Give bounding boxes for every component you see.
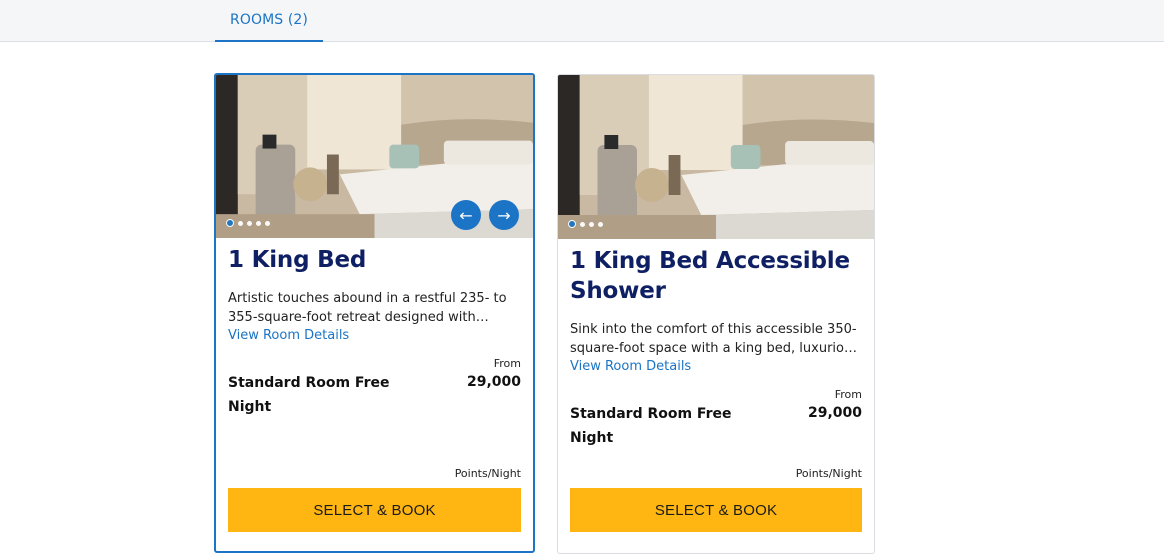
points-value: 29,000 [466, 374, 521, 390]
room-photo: ← → [216, 75, 533, 238]
carousel-dot[interactable] [265, 220, 270, 226]
rate-name: Standard Room Free Night [228, 375, 390, 415]
points-value: 29,000 [807, 405, 862, 421]
view-room-details-link[interactable]: View Room Details [570, 358, 862, 376]
arrow-right-icon[interactable]: → [489, 200, 519, 230]
room-title: 1 King Bed [228, 247, 367, 273]
select-and-book-button[interactable]: SELECT & BOOK [228, 488, 521, 532]
select-and-book-button[interactable]: SELECT & BOOK [570, 488, 862, 532]
carousel-dot[interactable] [580, 221, 585, 227]
rate-row: From 29,000 Standard Room Free Night [570, 388, 862, 448]
carousel-dot[interactable] [238, 220, 243, 226]
carousel-dot[interactable] [598, 221, 603, 227]
tab-bar: ROOMS (2) [0, 0, 1164, 42]
room-title: 1 King Bed Accessible Shower [570, 248, 850, 304]
arrow-left-icon[interactable]: ← [451, 200, 481, 230]
carousel-dots[interactable] [226, 219, 270, 227]
room-card[interactable]: ← → 1 King Bed Artistic touches abound i… [214, 73, 535, 553]
carousel-dot[interactable] [256, 220, 261, 226]
points-per-night-label: Points/Night [795, 467, 862, 480]
view-room-details-link[interactable]: View Room Details [228, 327, 521, 345]
rate-row: From 29,000 Standard Room Free Night [228, 357, 521, 417]
carousel-dot[interactable] [247, 220, 252, 226]
room-photo [558, 75, 874, 239]
carousel-dots[interactable] [568, 220, 603, 228]
carousel-dot[interactable] [589, 221, 594, 227]
rate-name: Standard Room Free Night [570, 406, 732, 446]
points-per-night-label: Points/Night [454, 467, 521, 480]
tab-rooms[interactable]: ROOMS (2) [215, 0, 323, 42]
carousel-dot[interactable] [226, 219, 234, 227]
from-label: From [834, 388, 862, 401]
from-label: From [493, 357, 521, 370]
room-card[interactable]: 1 King Bed Accessible Shower Sink into t… [557, 74, 875, 554]
carousel-dot[interactable] [568, 220, 576, 228]
room-description: Artistic touches abound in a restful 235… [228, 291, 507, 325]
room-description: Sink into the comfort of this accessible… [570, 322, 860, 356]
